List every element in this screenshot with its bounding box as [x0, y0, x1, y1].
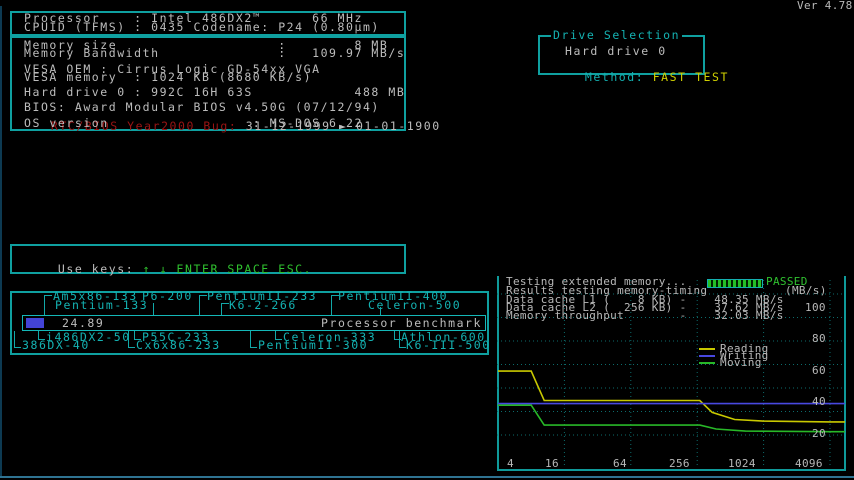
ref-connector	[44, 295, 52, 315]
method-label: Method:	[585, 70, 653, 84]
method-value: FAST TEST	[653, 70, 729, 84]
ref-connector	[331, 295, 339, 315]
memory-test-progressbar	[707, 279, 763, 288]
ref-connector	[380, 307, 382, 315]
y-axis-tick: 60	[812, 366, 826, 376]
y-axis-tick: 20	[812, 429, 826, 439]
drive-selection-method[interactable]: Method: FAST TEST	[551, 61, 729, 94]
ref-connector	[250, 331, 257, 348]
y-axis-tick: 80	[812, 334, 826, 344]
ref-cpu-label: Cx6x86-233	[136, 340, 221, 351]
ref-cpu-label: K6-2-266	[229, 300, 297, 311]
graph-unit-label: (MB/s)	[785, 286, 827, 296]
ref-cpu-label: K6-III-500	[406, 340, 491, 351]
x-axis-tick: 4	[507, 459, 514, 469]
keys-hint-keys: ↑ ↓ ENTER SPACE ESC.	[143, 262, 312, 276]
benchmark-score: 24.89	[62, 318, 104, 329]
ref-connector	[221, 303, 229, 315]
ref-cpu-label: PentiumII-300	[258, 340, 368, 351]
drive-selection-title: Drive Selection	[551, 30, 682, 41]
cpuid-line: CPUID (TFMS) : 0435 Codename: P24 (0.80µ…	[24, 22, 380, 33]
graph-result-line: Memory throughput - 32.03 MB/s	[506, 311, 784, 321]
ref-cpu-label: 386DX-40	[22, 340, 90, 351]
benchmark-title: Processor benchmark	[321, 318, 482, 329]
ref-connector	[153, 303, 155, 315]
x-axis-tick: 1024	[728, 459, 756, 469]
legend-reading-swatch	[699, 348, 715, 350]
screen-left-border	[0, 6, 2, 477]
x-axis-tick: 256	[669, 459, 690, 469]
x-axis-tick: 64	[613, 459, 627, 469]
x-axis-tick: 16	[545, 459, 559, 469]
drive-selection-item[interactable]: Hard drive 0	[565, 46, 667, 57]
ref-connector	[14, 331, 21, 348]
ref-connector	[199, 295, 207, 315]
os-version-line: OS version : MS-DOS 6.22	[24, 118, 363, 129]
keys-hint-label: Use keys:	[58, 262, 143, 276]
screen-bottom-border	[0, 476, 854, 478]
speedsys-screen: Ver 4.78 Processor : Intel 486DX2™ 66 MH…	[0, 0, 854, 480]
legend-writing-swatch	[699, 355, 715, 357]
hard-drive-line: Hard drive 0 : 992C 16H 63S 488 MB	[24, 87, 405, 98]
x-axis-tick: 4096	[795, 459, 823, 469]
legend-moving-label: Moving	[720, 358, 762, 368]
keys-hint-line: Use keys: ↑ ↓ ENTER SPACE ESC.	[24, 253, 312, 286]
version-label: Ver 4.78	[797, 1, 853, 11]
ref-cpu-label: Pentium-133	[55, 300, 148, 311]
ref-cpu-label: P6-200	[142, 291, 193, 302]
y-axis-tick: 100	[805, 303, 826, 313]
vesa-memory-line: VESA memory : 1024 KB (8680 KB/s)	[24, 72, 312, 83]
y-axis-tick: 40	[812, 397, 826, 407]
benchmark-score-fill	[26, 318, 44, 328]
legend-moving-swatch	[699, 362, 715, 364]
memory-bandwidth-line: Memory Bandwidth : 109.97 MB/s	[24, 48, 405, 59]
